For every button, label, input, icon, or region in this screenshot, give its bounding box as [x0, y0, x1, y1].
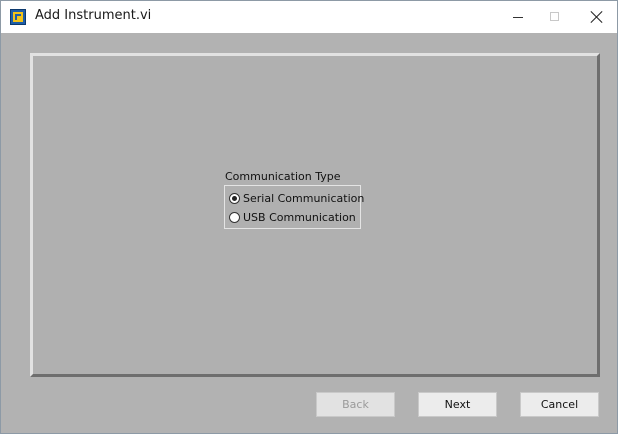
maximize-icon: [550, 12, 559, 21]
title-bar[interactable]: Add Instrument.vi: [1, 1, 617, 33]
radio-option-usb[interactable]: USB Communication: [229, 208, 356, 226]
app-window: Add Instrument.vi Communication Type Ser…: [0, 0, 618, 434]
vi-icon-glyph: [15, 14, 21, 20]
radio-button-selected-icon[interactable]: [229, 192, 240, 204]
back-button[interactable]: Back: [316, 392, 395, 417]
labview-vi-icon[interactable]: [10, 9, 26, 25]
radio-option-serial[interactable]: Serial Communication: [229, 189, 364, 207]
window-title: Add Instrument.vi: [35, 8, 152, 23]
cancel-button[interactable]: Cancel: [520, 392, 599, 417]
radio-label-serial: Serial Communication: [243, 191, 365, 205]
maximize-button[interactable]: [531, 1, 577, 33]
next-button[interactable]: Next: [418, 392, 497, 417]
minimize-icon: [513, 17, 523, 18]
radio-label-usb: USB Communication: [243, 210, 356, 224]
communication-type-label: Communication Type: [225, 170, 341, 183]
close-button[interactable]: [573, 1, 617, 33]
close-icon: [590, 10, 604, 24]
communication-type-radio-group: Serial Communication USB Communication: [224, 185, 364, 229]
radio-button-unselected-icon[interactable]: [229, 211, 240, 223]
